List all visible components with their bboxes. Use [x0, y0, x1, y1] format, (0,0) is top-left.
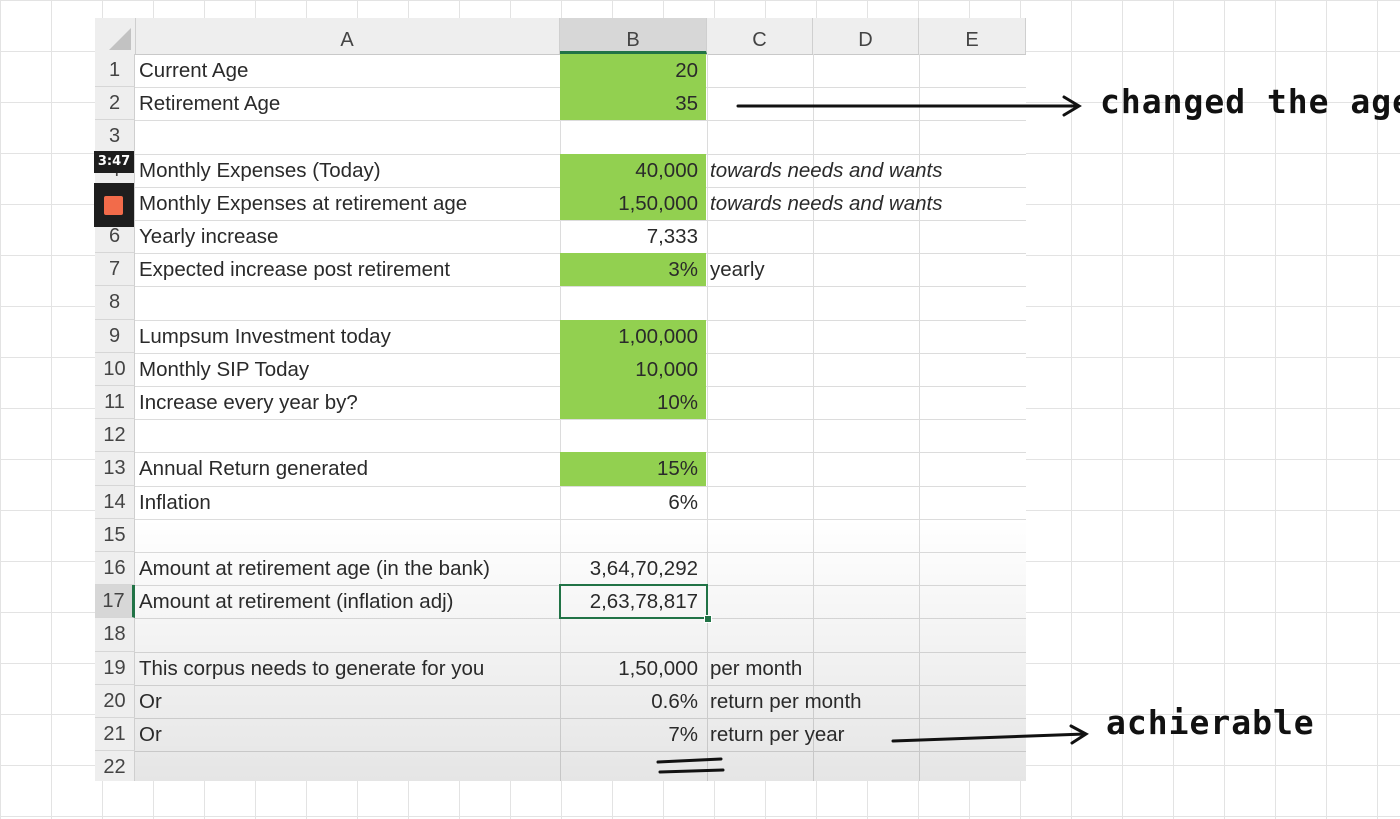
double-underline-mark	[656, 757, 725, 774]
arrow-to-return-per-year	[891, 724, 1089, 745]
arrow-to-retirement-age	[736, 95, 1082, 117]
annotation-arrows	[656, 95, 1089, 774]
